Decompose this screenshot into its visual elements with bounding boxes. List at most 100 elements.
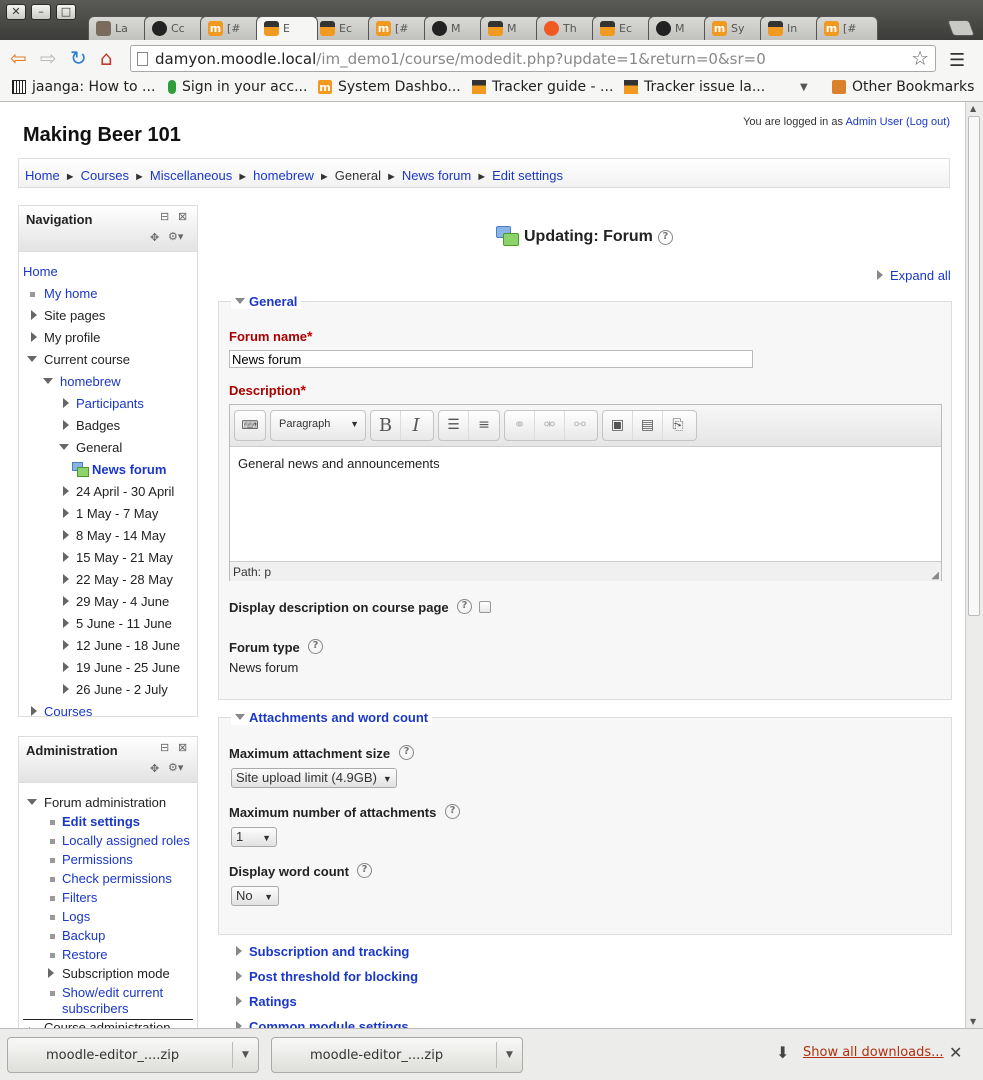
max-attachment-size-select[interactable]: Site upload limit (4.9GB) ▼ (231, 768, 397, 788)
browser-tab[interactable]: m [# (368, 16, 430, 40)
breadcrumb-news-forum[interactable]: News forum (402, 168, 471, 183)
expand-icon[interactable] (63, 574, 69, 584)
scroll-down-icon[interactable]: ▼ (970, 1017, 976, 1026)
collapse-icon[interactable] (27, 356, 37, 362)
bookmark-star-icon[interactable]: ☆ (911, 46, 929, 70)
breadcrumb-homebrew[interactable]: homebrew (253, 168, 314, 183)
download-item[interactable]: moodle-editor_....zip ▼ (271, 1037, 523, 1073)
expand-all-link[interactable]: Expand all (877, 268, 951, 283)
expand-icon[interactable] (31, 310, 37, 320)
scroll-up-icon[interactable]: ▲ (970, 104, 976, 113)
breadcrumb-miscellaneous[interactable]: Miscellaneous (150, 168, 232, 183)
browser-tab[interactable]: Ec (312, 16, 374, 40)
browser-tab[interactable]: M (480, 16, 542, 40)
hide-block-icon[interactable]: ⊠ (178, 210, 187, 223)
browser-tab[interactable]: m [# (816, 16, 878, 40)
help-icon[interactable]: ? (445, 804, 460, 819)
expand-icon[interactable] (236, 1021, 242, 1028)
breadcrumb-courses[interactable]: Courses (81, 168, 129, 183)
display-description-checkbox[interactable] (479, 601, 491, 613)
collapsed-section-link[interactable]: Ratings (249, 994, 297, 1009)
download-item[interactable]: moodle-editor_....zip ▼ (7, 1037, 259, 1073)
expand-icon[interactable] (63, 662, 69, 672)
bookmark-item[interactable]: Tracker issue la... (624, 79, 765, 95)
browser-tab[interactable]: m [# (200, 16, 262, 40)
bookmark-item[interactable]: m System Dashbo... (318, 79, 461, 95)
admin-item-link[interactable]: Check permissions (62, 871, 172, 886)
max-attachments-select[interactable]: 1 ▼ (231, 827, 277, 847)
expand-icon[interactable] (63, 684, 69, 694)
browser-tab[interactable]: Th (536, 16, 598, 40)
expand-icon[interactable] (48, 968, 54, 978)
home-icon[interactable]: ⌂ (100, 48, 113, 68)
keyboard-icon[interactable]: ⌨ (235, 411, 265, 440)
nav-home-link[interactable]: Home (23, 264, 58, 279)
paragraph-select[interactable]: Paragraph ▼ (270, 410, 366, 441)
italic-icon[interactable]: I (401, 411, 431, 440)
chrome-menu-icon[interactable]: ☰ (949, 50, 965, 71)
bookmark-item[interactable]: jaanga: How to ... (12, 79, 155, 95)
bookmark-item[interactable]: Tracker guide - ... (472, 79, 613, 95)
browser-tab[interactable]: In (760, 16, 822, 40)
gear-icon[interactable]: ⚙▾ (168, 230, 183, 243)
display-word-count-select[interactable]: No ▼ (231, 886, 279, 906)
expand-icon[interactable] (63, 640, 69, 650)
link-icon[interactable]: ⚭ (505, 411, 535, 440)
image-icon[interactable]: ▣ (603, 411, 633, 440)
collapse-icon[interactable] (27, 799, 37, 805)
admin-item-link[interactable]: Logs (62, 909, 90, 924)
scrollbar-thumb[interactable] (968, 116, 980, 616)
anchor-icon[interactable]: ⚯ (565, 411, 595, 440)
expand-icon[interactable] (63, 420, 69, 430)
manage-files-icon[interactable]: ⎘ (663, 411, 693, 440)
collapse-icon[interactable] (43, 378, 53, 384)
help-icon[interactable]: ? (457, 599, 472, 614)
expand-icon[interactable] (63, 618, 69, 628)
admin-show-edit-subscribers-link-line2[interactable]: subscribers (62, 1001, 128, 1016)
expand-icon[interactable] (236, 946, 242, 956)
dock-icon[interactable]: ⊟ (160, 741, 169, 754)
forum-name-input[interactable] (229, 350, 753, 368)
browser-tab[interactable]: Cc (144, 16, 206, 40)
expand-icon[interactable] (31, 706, 37, 716)
close-window-button[interactable]: ✕ (6, 4, 26, 20)
nav-course-homebrew[interactable]: homebrew (60, 374, 121, 389)
close-icon[interactable]: ✕ (949, 1043, 962, 1062)
admin-item-link[interactable]: Backup (62, 928, 105, 943)
maximize-window-button[interactable]: □ (56, 4, 76, 20)
expand-icon[interactable] (63, 530, 69, 540)
move-icon[interactable]: ✥ (150, 231, 159, 244)
expand-icon[interactable] (63, 596, 69, 606)
resize-handle-icon[interactable]: ◢ (931, 570, 939, 581)
editor-content-area[interactable]: General news and announcements (230, 447, 941, 561)
expand-icon[interactable] (236, 971, 242, 981)
nav-news-forum[interactable]: News forum (92, 462, 166, 477)
breadcrumb-edit-settings[interactable]: Edit settings (492, 168, 563, 183)
admin-item-link[interactable]: Filters (62, 890, 97, 905)
general-legend[interactable]: General (231, 294, 302, 309)
browser-tab[interactable]: M (648, 16, 710, 40)
expand-icon[interactable] (63, 552, 69, 562)
browser-tab[interactable]: M (424, 16, 486, 40)
breadcrumb-home[interactable]: Home (25, 168, 60, 183)
nav-my-home-link[interactable]: My home (44, 286, 97, 301)
collapsed-section-link[interactable]: Post threshold for blocking (249, 969, 418, 984)
admin-item-link[interactable]: Locally assigned roles (62, 833, 190, 848)
browser-tab[interactable]: La (88, 16, 150, 40)
admin-item-link[interactable]: Permissions (62, 852, 133, 867)
browser-tab[interactable]: E (256, 16, 318, 40)
logout-link[interactable]: (Log out) (906, 116, 950, 128)
address-bar[interactable]: damyon.moodle.local/im_demo1/course/mode… (130, 45, 936, 72)
site-title[interactable]: Making Beer 101 (23, 124, 181, 147)
expand-icon[interactable] (236, 996, 242, 1006)
browser-tab[interactable]: m Sy (704, 16, 766, 40)
media-icon[interactable]: ▤ (633, 411, 663, 440)
other-bookmarks-button[interactable]: Other Bookmarks (832, 79, 974, 95)
collapse-icon[interactable] (59, 444, 69, 450)
expand-icon[interactable] (31, 332, 37, 342)
attachments-legend[interactable]: Attachments and word count (231, 710, 433, 725)
hide-block-icon[interactable]: ⊠ (178, 741, 187, 754)
gear-icon[interactable]: ⚙▾ (168, 761, 183, 774)
reload-icon[interactable]: ↻ (70, 48, 87, 68)
admin-item-link[interactable]: Edit settings (62, 814, 140, 829)
